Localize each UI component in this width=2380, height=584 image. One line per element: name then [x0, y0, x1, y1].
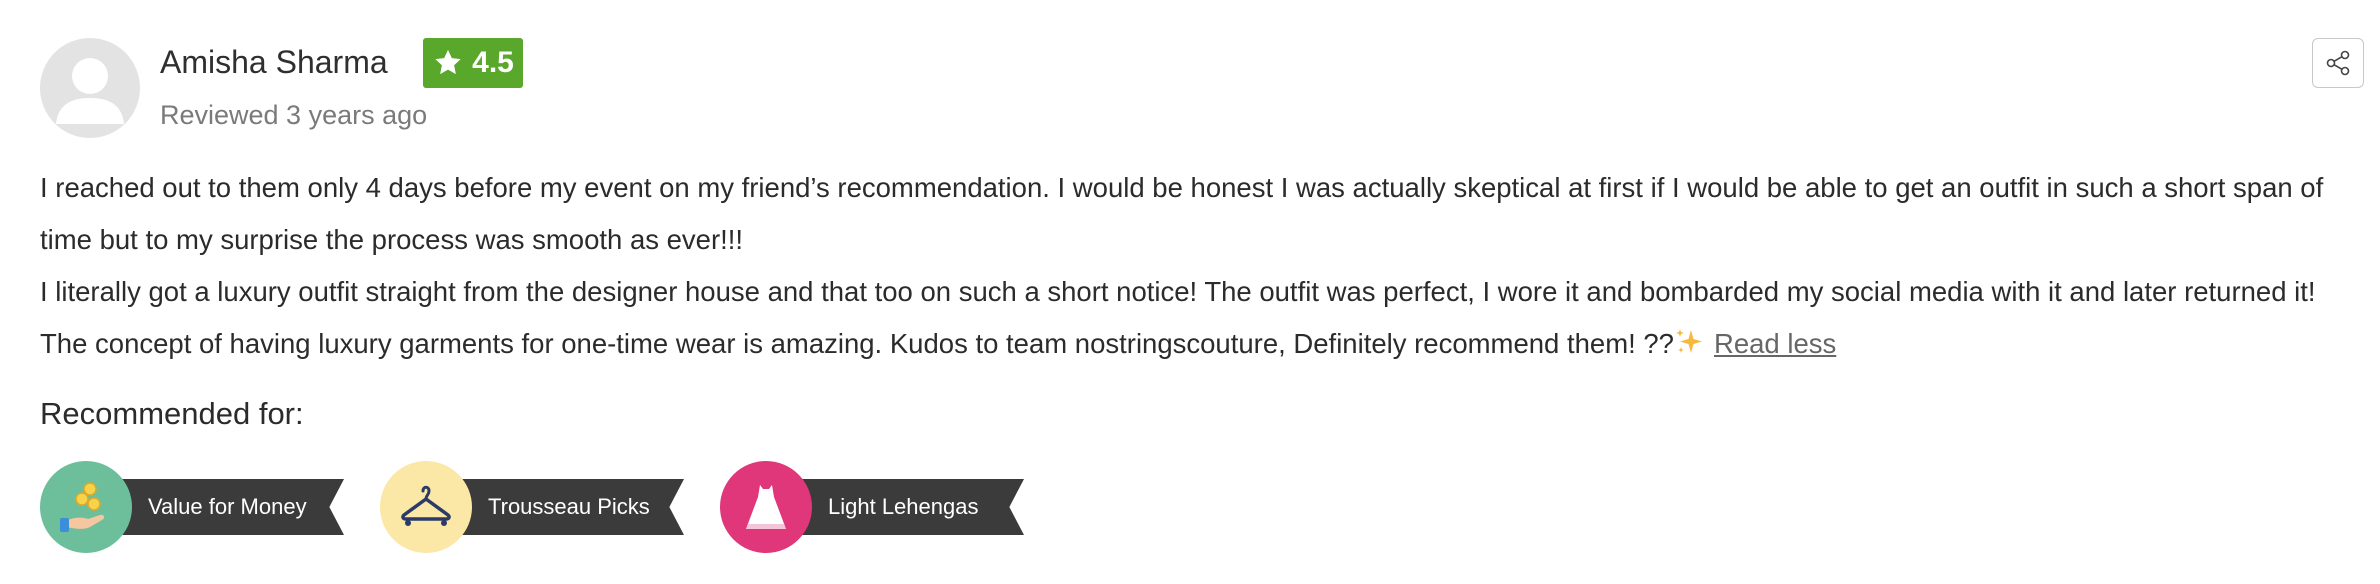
badge-label: Light Lehengas	[828, 494, 979, 519]
hanger-icon	[380, 461, 472, 553]
rating-badge: 4.5	[423, 38, 523, 88]
sparkle-icon	[1675, 329, 1702, 353]
badge-label: Value for Money	[148, 494, 307, 519]
share-button[interactable]	[2312, 38, 2364, 88]
review-line: The concept of having luxury garments fo…	[40, 328, 1674, 359]
review-line-last: The concept of having luxury garments fo…	[40, 318, 2370, 370]
review-line: I literally got a luxury outfit straight…	[40, 276, 2316, 307]
review-card: Amisha Sharma 4.5 Reviewed 3 years ago I…	[0, 0, 2380, 584]
rating-value: 4.5	[472, 46, 514, 79]
share-icon	[2326, 50, 2350, 76]
recommended-badges: Value for Money Trousseau Picks Light Le…	[40, 461, 1140, 553]
review-text: I reached out to them only 4 days before…	[40, 162, 2370, 370]
reviewer-name: Amisha Sharma	[160, 44, 388, 80]
review-line: time but to my surprise the process was …	[40, 224, 744, 255]
coins-hand-icon	[40, 461, 132, 553]
review-line: I reached out to them only 4 days before…	[40, 172, 2324, 203]
lehenga-icon	[720, 461, 812, 553]
star-icon	[435, 49, 461, 75]
reviewed-timestamp: Reviewed 3 years ago	[160, 100, 428, 130]
recommended-heading: Recommended for:	[40, 396, 304, 431]
read-less-link[interactable]: Read less	[1714, 328, 1836, 359]
user-silhouette-icon	[56, 58, 124, 124]
badge-label: Trousseau Picks	[488, 494, 650, 519]
avatar	[40, 38, 140, 138]
